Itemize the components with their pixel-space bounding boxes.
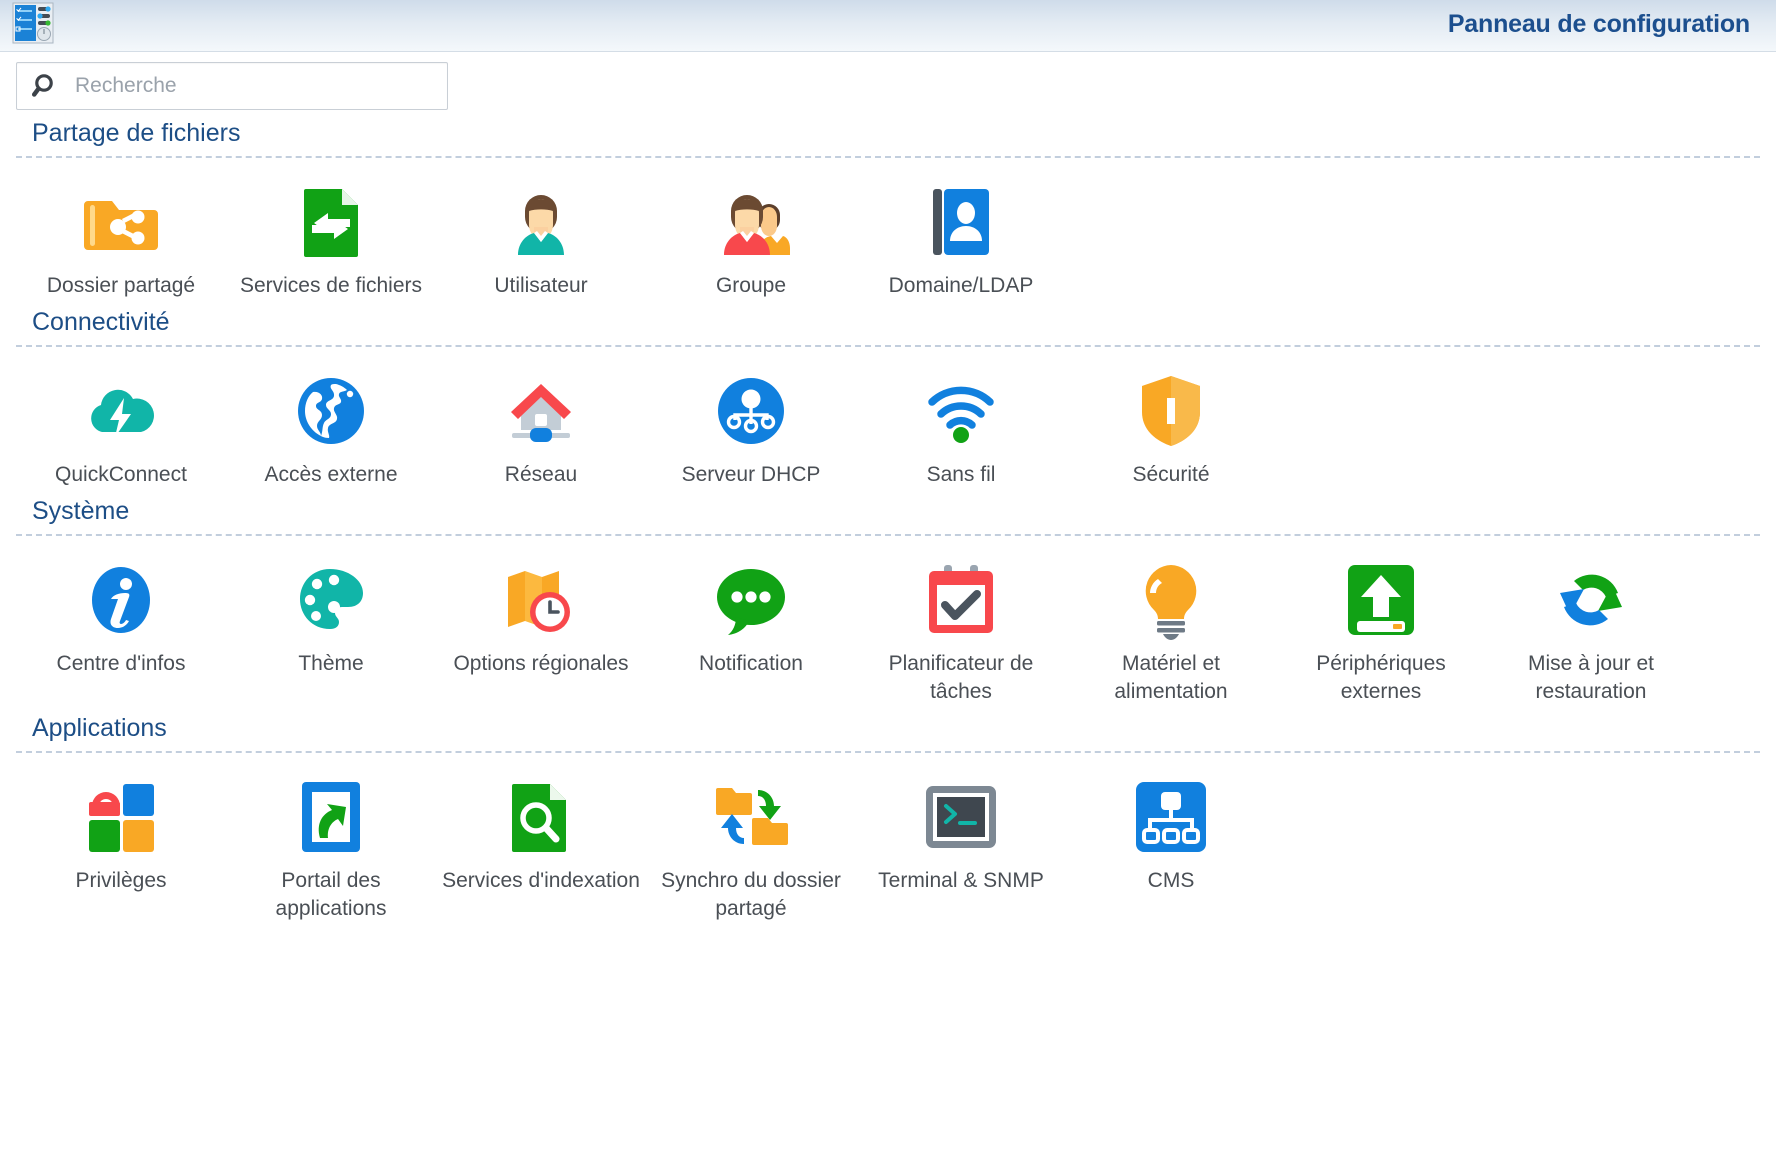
- tile-securite[interactable]: Sécurité: [1066, 361, 1276, 489]
- tile-label: CMS: [1147, 868, 1195, 892]
- control-panel-content: Partage de fichiers Dossier partagé Serv…: [0, 110, 1776, 1158]
- tile-acces-externe[interactable]: Accès externe: [226, 361, 436, 489]
- tile-label: Notification: [699, 651, 803, 675]
- tile-materiel-et-alimentation[interactable]: Matériel et alimentation: [1066, 550, 1276, 705]
- section-grid: Centre d'infos Thème Options régionales …: [16, 536, 1760, 705]
- tile-label: Centre d'infos: [56, 651, 186, 675]
- tile-peripheriques-externes[interactable]: Périphériques externes: [1276, 550, 1486, 705]
- tile-label: Services d'indexation: [442, 868, 640, 892]
- tile-services-d-indexation[interactable]: Services d'indexation: [436, 767, 646, 922]
- tile-label: Privilèges: [75, 868, 167, 892]
- tile-label: Portail des applications: [275, 868, 387, 920]
- group-icon: [705, 176, 797, 268]
- cms-icon: [1125, 771, 1217, 863]
- tile-utilisateur[interactable]: Utilisateur: [436, 172, 646, 300]
- user-icon: [495, 176, 587, 268]
- section-title: Système: [32, 497, 130, 526]
- tile-sans-fil[interactable]: Sans fil: [856, 361, 1066, 489]
- network-house-icon: [495, 365, 587, 457]
- indexing-services-icon: [495, 771, 587, 863]
- tile-serveur-dhcp[interactable]: Serveur DHCP: [646, 361, 856, 489]
- search-input[interactable]: [73, 73, 413, 99]
- tile-label: Matériel et alimentation: [1114, 651, 1228, 703]
- dhcp-server-icon: [705, 365, 797, 457]
- regional-options-icon: [495, 554, 587, 646]
- file-services-icon: [285, 176, 377, 268]
- tile-domaine-ldap[interactable]: Domaine/LDAP: [856, 172, 1066, 300]
- section-partage-de-fichiers: Partage de fichiers Dossier partagé Serv…: [16, 110, 1760, 299]
- section-grid: Privilèges Portail des applications Serv…: [16, 753, 1760, 922]
- search-icon: [31, 71, 61, 101]
- wireless-wifi-icon: [915, 365, 1007, 457]
- tile-label: Planificateur de tâches: [888, 651, 1034, 703]
- tile-synchro-du-dossier-partage[interactable]: Synchro du dossier partagé: [646, 767, 856, 922]
- tile-label: Domaine/LDAP: [888, 273, 1034, 297]
- section-systeme: Système Centre d'infos Thème Options rég…: [16, 488, 1760, 705]
- tile-services-de-fichiers[interactable]: Services de fichiers: [226, 172, 436, 300]
- tile-label: Périphériques externes: [1316, 651, 1446, 703]
- tile-label: Services de fichiers: [239, 273, 423, 297]
- section-grid: Dossier partagé Services de fichiers Uti…: [16, 158, 1760, 300]
- hardware-power-bulb-icon: [1125, 554, 1217, 646]
- shared-folder-icon: [75, 176, 167, 268]
- external-access-globe-icon: [285, 365, 377, 457]
- tile-label: Synchro du dossier partagé: [661, 868, 841, 920]
- tile-planificateur-de-taches[interactable]: Planificateur de tâches: [856, 550, 1066, 705]
- tile-label: Terminal & SNMP: [878, 868, 1044, 892]
- control-panel-logo-icon: [12, 2, 54, 44]
- info-center-icon: [75, 554, 167, 646]
- tile-label: Thème: [298, 651, 364, 675]
- task-scheduler-icon: [915, 554, 1007, 646]
- section-title: Partage de fichiers: [32, 119, 241, 147]
- tile-privileges[interactable]: Privilèges: [16, 767, 226, 922]
- security-shield-icon: [1125, 365, 1217, 457]
- section-title: Applications: [32, 714, 167, 743]
- tile-portail-des-applications[interactable]: Portail des applications: [226, 767, 436, 922]
- tile-label: QuickConnect: [55, 462, 187, 486]
- tile-quickconnect[interactable]: QuickConnect: [16, 361, 226, 489]
- shared-folder-sync-icon: [705, 771, 797, 863]
- tile-label: Sans fil: [926, 462, 996, 486]
- tile-cms[interactable]: CMS: [1066, 767, 1276, 922]
- tile-label: Options régionales: [453, 651, 629, 675]
- tile-label: Mise à jour et restauration: [1527, 651, 1655, 703]
- quickconnect-cloud-icon: [75, 365, 167, 457]
- tile-label: Accès externe: [264, 462, 398, 486]
- tile-reseau[interactable]: Réseau: [436, 361, 646, 489]
- privileges-lock-icon: [75, 771, 167, 863]
- tile-groupe[interactable]: Groupe: [646, 172, 856, 300]
- tile-dossier-partage[interactable]: Dossier partagé: [16, 172, 226, 300]
- section-grid: QuickConnect Accès externe Réseau Serveu…: [16, 347, 1760, 489]
- search-area: [0, 52, 1776, 110]
- update-restore-icon: [1545, 554, 1637, 646]
- notification-bubble-icon: [705, 554, 797, 646]
- tile-label: Utilisateur: [494, 273, 588, 297]
- tile-centre-d-infos[interactable]: Centre d'infos: [16, 550, 226, 705]
- theme-palette-icon: [285, 554, 377, 646]
- tile-notification[interactable]: Notification: [646, 550, 856, 705]
- tile-theme[interactable]: Thème: [226, 550, 436, 705]
- tile-mise-a-jour-et-restauration[interactable]: Mise à jour et restauration: [1486, 550, 1696, 705]
- domain-ldap-icon: [915, 176, 1007, 268]
- tile-label: Sécurité: [1132, 462, 1210, 486]
- section-title: Connectivité: [32, 308, 170, 337]
- page-title: Panneau de configuration: [1447, 10, 1750, 38]
- tile-label: Groupe: [715, 273, 787, 297]
- tile-label: Serveur DHCP: [681, 462, 821, 486]
- terminal-snmp-icon: [915, 771, 1007, 863]
- window-header: Panneau de configuration: [0, 0, 1776, 52]
- application-portal-icon: [285, 771, 377, 863]
- section-applications: Applications Privilèges Portail des appl…: [16, 705, 1760, 922]
- control-panel-window: Panneau de configuration Partage de fich…: [0, 0, 1776, 1158]
- tile-options-regionales[interactable]: Options régionales: [436, 550, 646, 705]
- tile-label: Réseau: [504, 462, 578, 486]
- search-box[interactable]: [16, 62, 448, 110]
- tile-label: Dossier partagé: [46, 273, 196, 297]
- section-connectivite: Connectivité QuickConnect Accès externe …: [16, 299, 1760, 488]
- tile-terminal-snmp[interactable]: Terminal & SNMP: [856, 767, 1066, 922]
- external-devices-icon: [1335, 554, 1427, 646]
